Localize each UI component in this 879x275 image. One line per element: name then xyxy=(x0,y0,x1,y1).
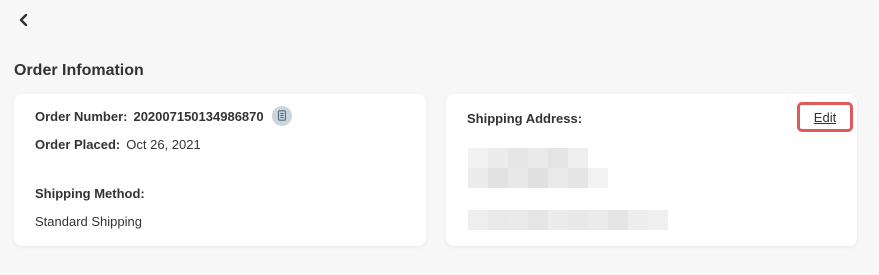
shipping-address-card: Shipping Address: Edit xyxy=(446,94,857,246)
shipping-address-label: Shipping Address: xyxy=(467,111,583,126)
shipping-method-label: Shipping Method: xyxy=(35,186,145,201)
copy-order-number-button[interactable] xyxy=(271,106,292,126)
edit-address-link[interactable]: Edit xyxy=(814,110,836,125)
page-title: Order Infomation xyxy=(14,62,144,79)
order-placed-label: Order Placed: xyxy=(35,137,121,152)
shipping-method-value: Standard Shipping xyxy=(35,214,142,229)
order-number-value: 202007150134986870 xyxy=(133,108,264,124)
chevron-left-icon xyxy=(19,13,29,31)
order-information-page: Order Infomation Order Number: 202007150… xyxy=(0,0,879,275)
order-number-row: Order Number: 202007150134986870 xyxy=(35,106,292,126)
shipping-method-value-row: Standard Shipping xyxy=(35,214,142,229)
order-details-card: Order Number: 202007150134986870 Order P… xyxy=(14,94,426,246)
copy-icon xyxy=(277,109,287,124)
back-button[interactable] xyxy=(14,12,34,32)
order-number-label: Order Number: xyxy=(35,108,128,124)
order-placed-value: Oct 26, 2021 xyxy=(126,137,201,152)
shipping-method-label-row: Shipping Method: xyxy=(35,186,151,201)
edit-highlight-box: Edit xyxy=(797,102,853,132)
order-placed-row: Order Placed: Oct 26, 2021 xyxy=(35,137,201,152)
